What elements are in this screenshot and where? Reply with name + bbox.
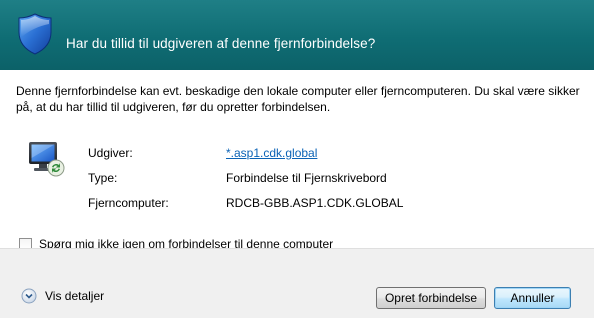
remote-computer-icon (29, 142, 65, 177)
dialog-header: Har du tillid til udgiveren af denne fje… (0, 0, 594, 70)
remote-computer-value: RDCB-GBB.ASP1.CDK.GLOBAL (226, 196, 404, 210)
shield-icon (18, 13, 52, 55)
remote-computer-label: Fjerncomputer: (88, 196, 169, 210)
type-value: Forbindelse til Fjernskrivebord (226, 171, 387, 185)
show-details-label[interactable]: Vis detaljer (45, 289, 104, 303)
warning-message: Denne fjernforbindelse kan evt. beskadig… (16, 84, 580, 114)
publisher-label: Udgiver: (88, 146, 133, 160)
chevron-down-icon[interactable] (21, 288, 37, 304)
show-details-toggle[interactable]: Vis detaljer (21, 288, 104, 304)
dialog-title: Har du tillid til udgiveren af denne fje… (66, 36, 376, 51)
publisher-link[interactable]: *.asp1.cdk.global (226, 146, 317, 160)
cancel-button[interactable]: Annuller (494, 287, 571, 309)
remote-desktop-warning-dialog: Har du tillid til udgiveren af denne fje… (0, 0, 594, 318)
dialog-body: Denne fjernforbindelse kan evt. beskadig… (0, 70, 594, 251)
type-label: Type: (88, 171, 118, 185)
connect-button[interactable]: Opret forbindelse (376, 287, 486, 309)
